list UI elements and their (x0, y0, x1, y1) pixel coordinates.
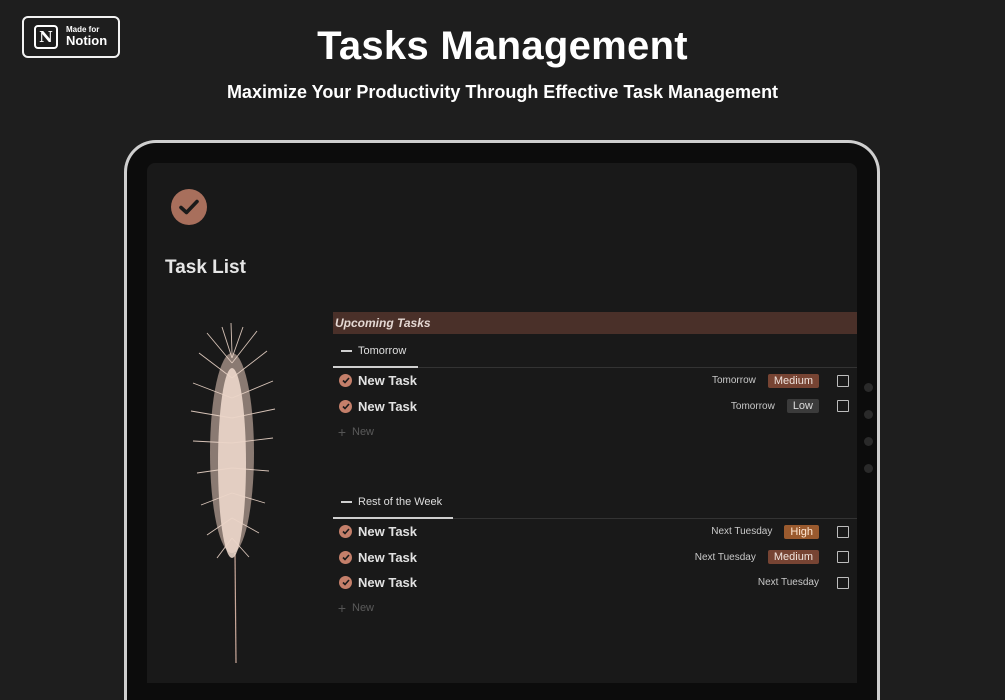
tablet-side-buttons (864, 383, 876, 491)
task-date: Tomorrow (711, 375, 756, 387)
group-header[interactable]: Tomorrow (333, 334, 857, 368)
side-dot (864, 437, 873, 446)
task-row[interactable]: New Task Next Tuesday Medium (333, 545, 857, 571)
task-name[interactable]: New Task (358, 524, 417, 539)
group-label: Tomorrow (358, 345, 407, 357)
task-row[interactable]: New Task Tomorrow Medium (333, 368, 857, 394)
check-circle-icon (339, 399, 352, 413)
checkmark-circle-icon[interactable] (171, 189, 207, 225)
group-rest-of-week: Rest of the Week New Task Next Tuesday H… (333, 485, 857, 621)
new-label: New (352, 425, 375, 438)
task-name[interactable]: New Task (358, 373, 417, 388)
collapse-dash-icon[interactable] (341, 501, 352, 503)
task-date: Next Tuesday (711, 526, 773, 538)
done-checkbox[interactable] (837, 400, 849, 413)
plus-icon: + (337, 600, 347, 616)
main-title: Tasks Management (317, 24, 688, 68)
task-date: Tomorrow (730, 400, 775, 412)
side-dot (864, 410, 873, 419)
task-name[interactable]: New Task (358, 399, 417, 414)
task-row[interactable]: New Task Tomorrow Low (333, 394, 857, 420)
priority-tag[interactable]: Medium (767, 550, 819, 565)
new-task-button[interactable]: + New (333, 596, 857, 621)
check-circle-icon (339, 576, 352, 590)
tasks-database: Upcoming Tasks Tomorrow New Task Tomorro… (333, 312, 857, 621)
done-checkbox[interactable] (837, 374, 849, 387)
priority-tag[interactable]: High (784, 524, 819, 539)
task-date: Next Tuesday (757, 577, 819, 589)
plus-icon: + (337, 423, 347, 440)
collapse-dash-icon[interactable] (341, 350, 352, 352)
check-circle-icon (339, 550, 352, 564)
done-checkbox[interactable] (837, 525, 849, 538)
notion-screen: Task List Upcoming Tasks Tomorrow New Ta… (147, 163, 857, 683)
side-dot (864, 383, 873, 392)
database-title[interactable]: Upcoming Tasks (333, 312, 857, 334)
task-name[interactable]: New Task (358, 550, 417, 565)
task-row[interactable]: New Task Next Tuesday High (333, 519, 857, 545)
page-title[interactable]: Task List (165, 257, 246, 279)
new-task-button[interactable]: + New (333, 419, 857, 444)
new-label: New (352, 602, 375, 614)
group-tomorrow: Tomorrow New Task Tomorrow Medium New Ta… (333, 334, 857, 444)
done-checkbox[interactable] (837, 551, 849, 564)
priority-tag[interactable]: Medium (767, 373, 819, 388)
priority-tag[interactable]: Low (786, 399, 819, 414)
group-label: Rest of the Week (358, 496, 443, 508)
check-circle-icon (339, 525, 352, 539)
pampas-grass-image (190, 323, 276, 664)
task-date: Next Tuesday (694, 551, 756, 563)
task-row[interactable]: New Task Next Tuesday (333, 570, 857, 596)
side-dot (864, 464, 873, 473)
task-name[interactable]: New Task (358, 575, 417, 590)
done-checkbox[interactable] (837, 576, 849, 589)
check-circle-icon (339, 374, 352, 388)
subtitle: Maximize Your Productivity Through Effec… (226, 82, 779, 102)
group-header[interactable]: Rest of the Week (333, 485, 857, 519)
